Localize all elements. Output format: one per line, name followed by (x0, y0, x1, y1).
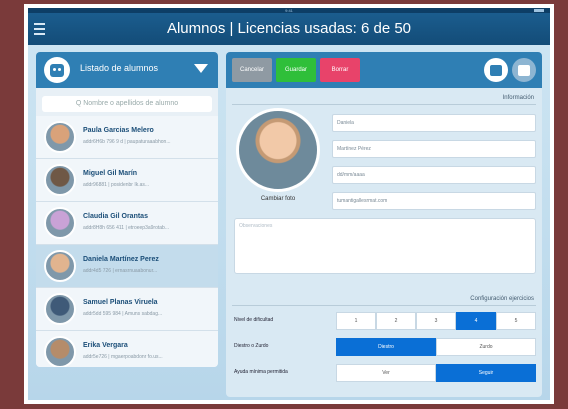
robot-avatar-icon (44, 57, 70, 83)
top-bar: Alumnos | Licencias usadas: 6 de 50 (28, 13, 550, 45)
difficulty-option[interactable]: 2 (376, 312, 416, 330)
config-section-label: Configuración ejercicios (470, 296, 534, 302)
student-details: addr5e726 | mgaerpoabdonr fo.us... (83, 354, 163, 360)
difficulty-selector: 12345 (336, 312, 536, 330)
student-avatar (44, 207, 76, 239)
hand-option[interactable]: Diestro (336, 338, 436, 356)
student-avatar (44, 121, 76, 153)
help-option[interactable]: Ver (336, 364, 436, 382)
student-name: Daniela Martínez Perez (83, 256, 159, 263)
student-list: Paula Garcias Melero addr6H6b 796 9 d | p… (36, 116, 218, 367)
save-button[interactable]: Guardar (276, 58, 316, 82)
cancel-button[interactable]: Cancelar (232, 58, 272, 82)
birthdate-field[interactable]: dd/mm/aaaa (332, 166, 536, 184)
student-name: Paula Garcias Melero (83, 127, 154, 134)
student-avatar (44, 250, 76, 282)
hand-label: Diestro o Zurdo (234, 343, 269, 349)
student-detail-panel: Cancelar Guardar Borrar Información Camb… (226, 52, 542, 397)
help-selector: Ver Seguir (336, 364, 536, 382)
student-list-item[interactable]: Samuel Planas Viruela addr5dd 595 984 | A… (36, 288, 218, 331)
device-frame: 9:41 Alumnos | Licencias usadas: 6 de 50… (24, 4, 554, 404)
student-avatar (44, 336, 76, 367)
app-screen: 9:41 Alumnos | Licencias usadas: 6 de 50… (28, 8, 550, 400)
notes-textarea[interactable]: Observaciones (234, 218, 536, 274)
student-details: addr8H8h 656 411 | etroeep3a9rotab... (83, 225, 169, 231)
student-list-item[interactable]: Daniela Martínez Perez addr4d5 726 | erna… (36, 245, 218, 288)
difficulty-label: Nivel de dificultad (234, 317, 274, 323)
hand-option[interactable]: Zurdo (436, 338, 536, 356)
help-option[interactable]: Seguir (436, 364, 536, 382)
last-name-field[interactable]: Martínez Pérez (332, 140, 536, 158)
student-details: addr4d5 726 | ernasrnuaabonur... (83, 268, 158, 274)
difficulty-option[interactable]: 3 (416, 312, 456, 330)
page-title: Alumnos | Licencias usadas: 6 de 50 (166, 20, 412, 37)
difficulty-option[interactable]: 4 (456, 312, 496, 330)
student-name: Samuel Planas Viruela (83, 299, 158, 306)
student-list-item[interactable]: Miguel Gil Marín addr96881 | posidenbr Ik… (36, 159, 218, 202)
share-icon[interactable] (512, 58, 536, 82)
student-name: Erika Vergara (83, 342, 128, 349)
student-search-input[interactable]: Q Nombre o apellidos de alumno (42, 96, 212, 112)
student-name: Miguel Gil Marín (83, 170, 138, 177)
robot-icon[interactable] (484, 58, 508, 82)
student-list-item[interactable]: Erika Vergara addr5e726 | mgaerpoabdonr f… (36, 331, 218, 367)
students-list-header: Listado de alumnos (36, 52, 218, 88)
student-avatar (44, 293, 76, 325)
student-avatar (44, 164, 76, 196)
filter-icon[interactable] (194, 64, 208, 73)
first-name-field[interactable]: Daniela (332, 114, 536, 132)
change-photo-link[interactable]: Cambiar foto (236, 196, 320, 202)
info-section-label: Información (502, 95, 534, 101)
student-name: Claudia Gil Orantas (83, 213, 148, 220)
students-list-title: Listado de alumnos (80, 63, 159, 73)
detail-header: Cancelar Guardar Borrar (226, 52, 542, 88)
help-label: Ayuda mínima permitida (234, 369, 288, 375)
menu-icon[interactable] (34, 23, 45, 35)
student-details: addr5dd 595 984 | Amuns sabdag... (83, 311, 163, 317)
student-photo[interactable] (236, 108, 320, 192)
delete-button[interactable]: Borrar (320, 58, 360, 82)
config-divider (232, 305, 536, 306)
battery-icon (534, 9, 544, 12)
hand-selector: Diestro Zurdo (336, 338, 536, 356)
difficulty-option[interactable]: 5 (496, 312, 536, 330)
student-details: addr96881 | posidenbr Ik.as... (83, 182, 150, 188)
email-field[interactable]: tumantigallesrmat.com (332, 192, 536, 210)
info-divider (232, 104, 536, 105)
student-list-item[interactable]: Paula Garcias Melero addr6H6b 796 9 d | p… (36, 116, 218, 159)
students-list-panel: Listado de alumnos Q Nombre o apellidos … (36, 52, 218, 367)
student-list-item[interactable]: Claudia Gil Orantas addr8H8h 656 411 | et… (36, 202, 218, 245)
difficulty-option[interactable]: 1 (336, 312, 376, 330)
student-details: addr6H6b 796 9 d | paupaturaaabhon... (83, 139, 171, 145)
